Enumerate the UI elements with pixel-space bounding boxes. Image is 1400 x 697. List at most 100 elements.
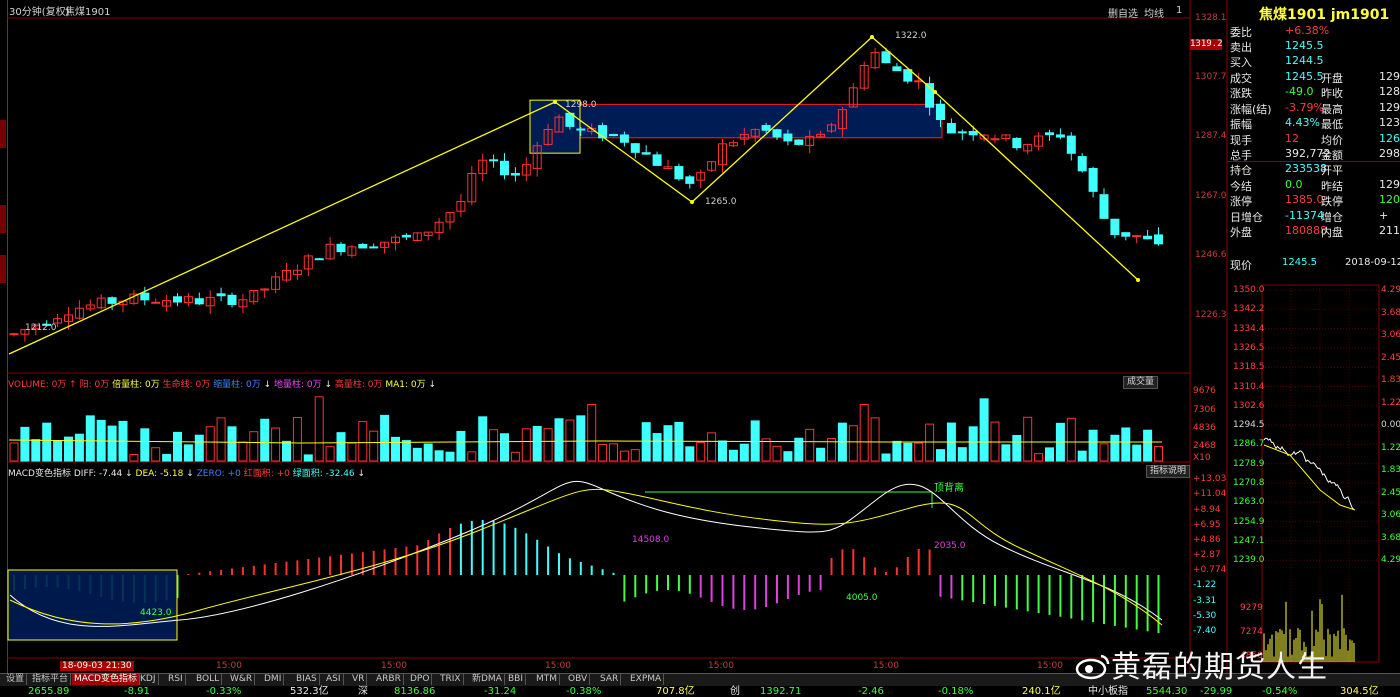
tab-indicator[interactable]: MACD变色指标	[72, 674, 140, 685]
macd-area-value: 14508.0	[632, 535, 670, 545]
volume-bar	[162, 453, 172, 462]
mini-chart-price-tick: 1239.0	[1233, 555, 1265, 566]
tab-indicator[interactable]: BOLL	[194, 674, 223, 685]
sell-label: 卖出	[1230, 41, 1252, 54]
volume-bar	[20, 426, 30, 462]
tab-indicator[interactable]: OBV	[566, 674, 591, 685]
candle-body	[990, 138, 1000, 141]
trend-arrow-point	[933, 90, 937, 94]
price-tick: 1307.7	[1195, 72, 1227, 82]
quote-row-value: -11374	[1285, 208, 1324, 222]
tab-indicator[interactable]: EXPMA	[628, 674, 665, 685]
indicator-help-button[interactable]: 指标说明	[1146, 465, 1191, 478]
volume-bar	[772, 445, 782, 462]
tab-indicator[interactable]: DMI	[262, 674, 285, 685]
volume-bar	[325, 446, 335, 462]
tab-indicator[interactable]: BIAS	[294, 674, 320, 685]
time-tick: 15:00	[216, 661, 242, 671]
tab-indicator[interactable]: MTM	[534, 674, 561, 685]
candle-body	[260, 288, 270, 291]
mini-chart-pct-tick: 2.45	[1381, 352, 1400, 363]
volume-bar	[957, 447, 967, 462]
tab-indicator[interactable]: W&R	[228, 674, 256, 685]
mini-chart-pct-tick: 0.00	[1381, 420, 1400, 430]
volume-bar	[347, 442, 357, 462]
macd-dea-line	[9, 488, 1163, 626]
annotation-low-2: 1212.0	[25, 323, 57, 333]
candle-body	[1154, 234, 1163, 245]
tab-indicator[interactable]: VR	[350, 674, 368, 685]
volume-bar	[227, 426, 237, 462]
tab-indicator[interactable]: 新DMA	[470, 674, 505, 685]
tab-indicator[interactable]: SAR	[598, 674, 622, 685]
mini-chart-pct-tick: 3.06	[1381, 330, 1400, 340]
quote-row-label: 振幅	[1230, 118, 1252, 132]
tab-indicator[interactable]: ARBR	[374, 674, 404, 685]
volume-bar	[805, 428, 815, 462]
chart-symbol: 焦煤1901	[65, 7, 111, 18]
macd-tick: +2.87	[1193, 550, 1221, 560]
volume-bar	[750, 420, 760, 462]
tab-indicator[interactable]: TRIX	[438, 674, 464, 685]
quote-row-label: 跌停	[1321, 195, 1343, 209]
quote-row: 涨跌 -49.0 昨收 128	[1227, 85, 1400, 100]
candle-body	[1012, 137, 1022, 149]
macd-header: MACD变色指标 DIFF: -7.44 ↓ DEA: -5.18 ↓ ZERO…	[8, 469, 366, 479]
volume-bar	[9, 442, 19, 462]
status-value: 1392.71	[760, 686, 802, 697]
volume-bar	[663, 425, 673, 462]
tab-indicator[interactable]: RSI	[166, 674, 186, 685]
volume-button[interactable]: 成交量	[1123, 376, 1159, 389]
quote-row-value: 1245.5	[1285, 70, 1324, 83]
mini-chart-price-tick: 1326.5	[1233, 342, 1265, 353]
volume-bar	[271, 427, 281, 462]
price-tick: 1226.3	[1195, 310, 1227, 320]
volume-bar	[979, 398, 989, 462]
candle-body	[194, 298, 204, 305]
quote-row-label: 外盘	[1230, 226, 1252, 239]
candle-body	[641, 152, 651, 155]
mini-chart-pct-tick: 4.29	[1381, 285, 1400, 295]
volume-tick: 2468	[1193, 441, 1216, 451]
top-divergence-label: 顶背离	[934, 483, 964, 494]
status-value: 707.8亿	[656, 686, 695, 697]
quote-row-label: 开平	[1321, 164, 1343, 178]
annotation-high-2: 1322.0	[895, 31, 927, 41]
ma-button[interactable]: 均线	[1144, 5, 1164, 20]
tab-indicator[interactable]: 指标平台	[30, 674, 72, 685]
mini-avg-line	[1263, 444, 1356, 511]
macd-area-value: 4423.0	[140, 608, 172, 618]
tab-indicator[interactable]: KDJ	[138, 674, 159, 685]
status-value: 深	[358, 686, 368, 697]
tab-indicator[interactable]: BBI	[506, 674, 527, 685]
candle-body	[630, 143, 640, 153]
status-value: -31.24	[484, 686, 517, 697]
quote-row-value: 129	[1379, 177, 1400, 191]
macd-green-area: 绿面积: -32.46	[292, 469, 355, 479]
volume-bar	[576, 415, 586, 462]
quote-row: 振幅 4.43% 最低 123	[1227, 116, 1400, 131]
volume-bar	[761, 438, 771, 462]
weibi-label: 委比	[1230, 26, 1252, 39]
volume-bar	[183, 444, 193, 462]
status-value: -29.99	[1200, 686, 1233, 697]
candle-body	[892, 66, 902, 72]
quote-row: 持仓 233538 开平	[1227, 162, 1400, 177]
tab-indicator[interactable]: 设置	[4, 674, 28, 685]
candle-body	[489, 159, 499, 162]
mini-chart-price-tick: 1310.4	[1233, 381, 1265, 392]
mini-chart-price-tick: 1350.0	[1233, 285, 1265, 295]
mini-chart-price-tick: 1342.2	[1233, 304, 1265, 315]
quote-row-value: -49.0	[1285, 85, 1314, 99]
delete-favorite-button[interactable]: 删自选	[1108, 5, 1138, 20]
quote-row-label: 日增仓	[1230, 210, 1263, 224]
volume-bar	[423, 443, 433, 462]
tab-indicator[interactable]: ASI	[324, 674, 344, 685]
tab-indicator[interactable]: DPO	[408, 674, 433, 685]
volume-bar	[859, 404, 869, 462]
main-chart-canvas[interactable]	[0, 0, 1400, 673]
volume-tick: 7306	[1193, 405, 1216, 415]
mini-chart-price-tick: 1263.0	[1233, 497, 1265, 508]
volume-bar	[1132, 444, 1142, 462]
quote-row-value: 298.1	[1379, 147, 1400, 160]
